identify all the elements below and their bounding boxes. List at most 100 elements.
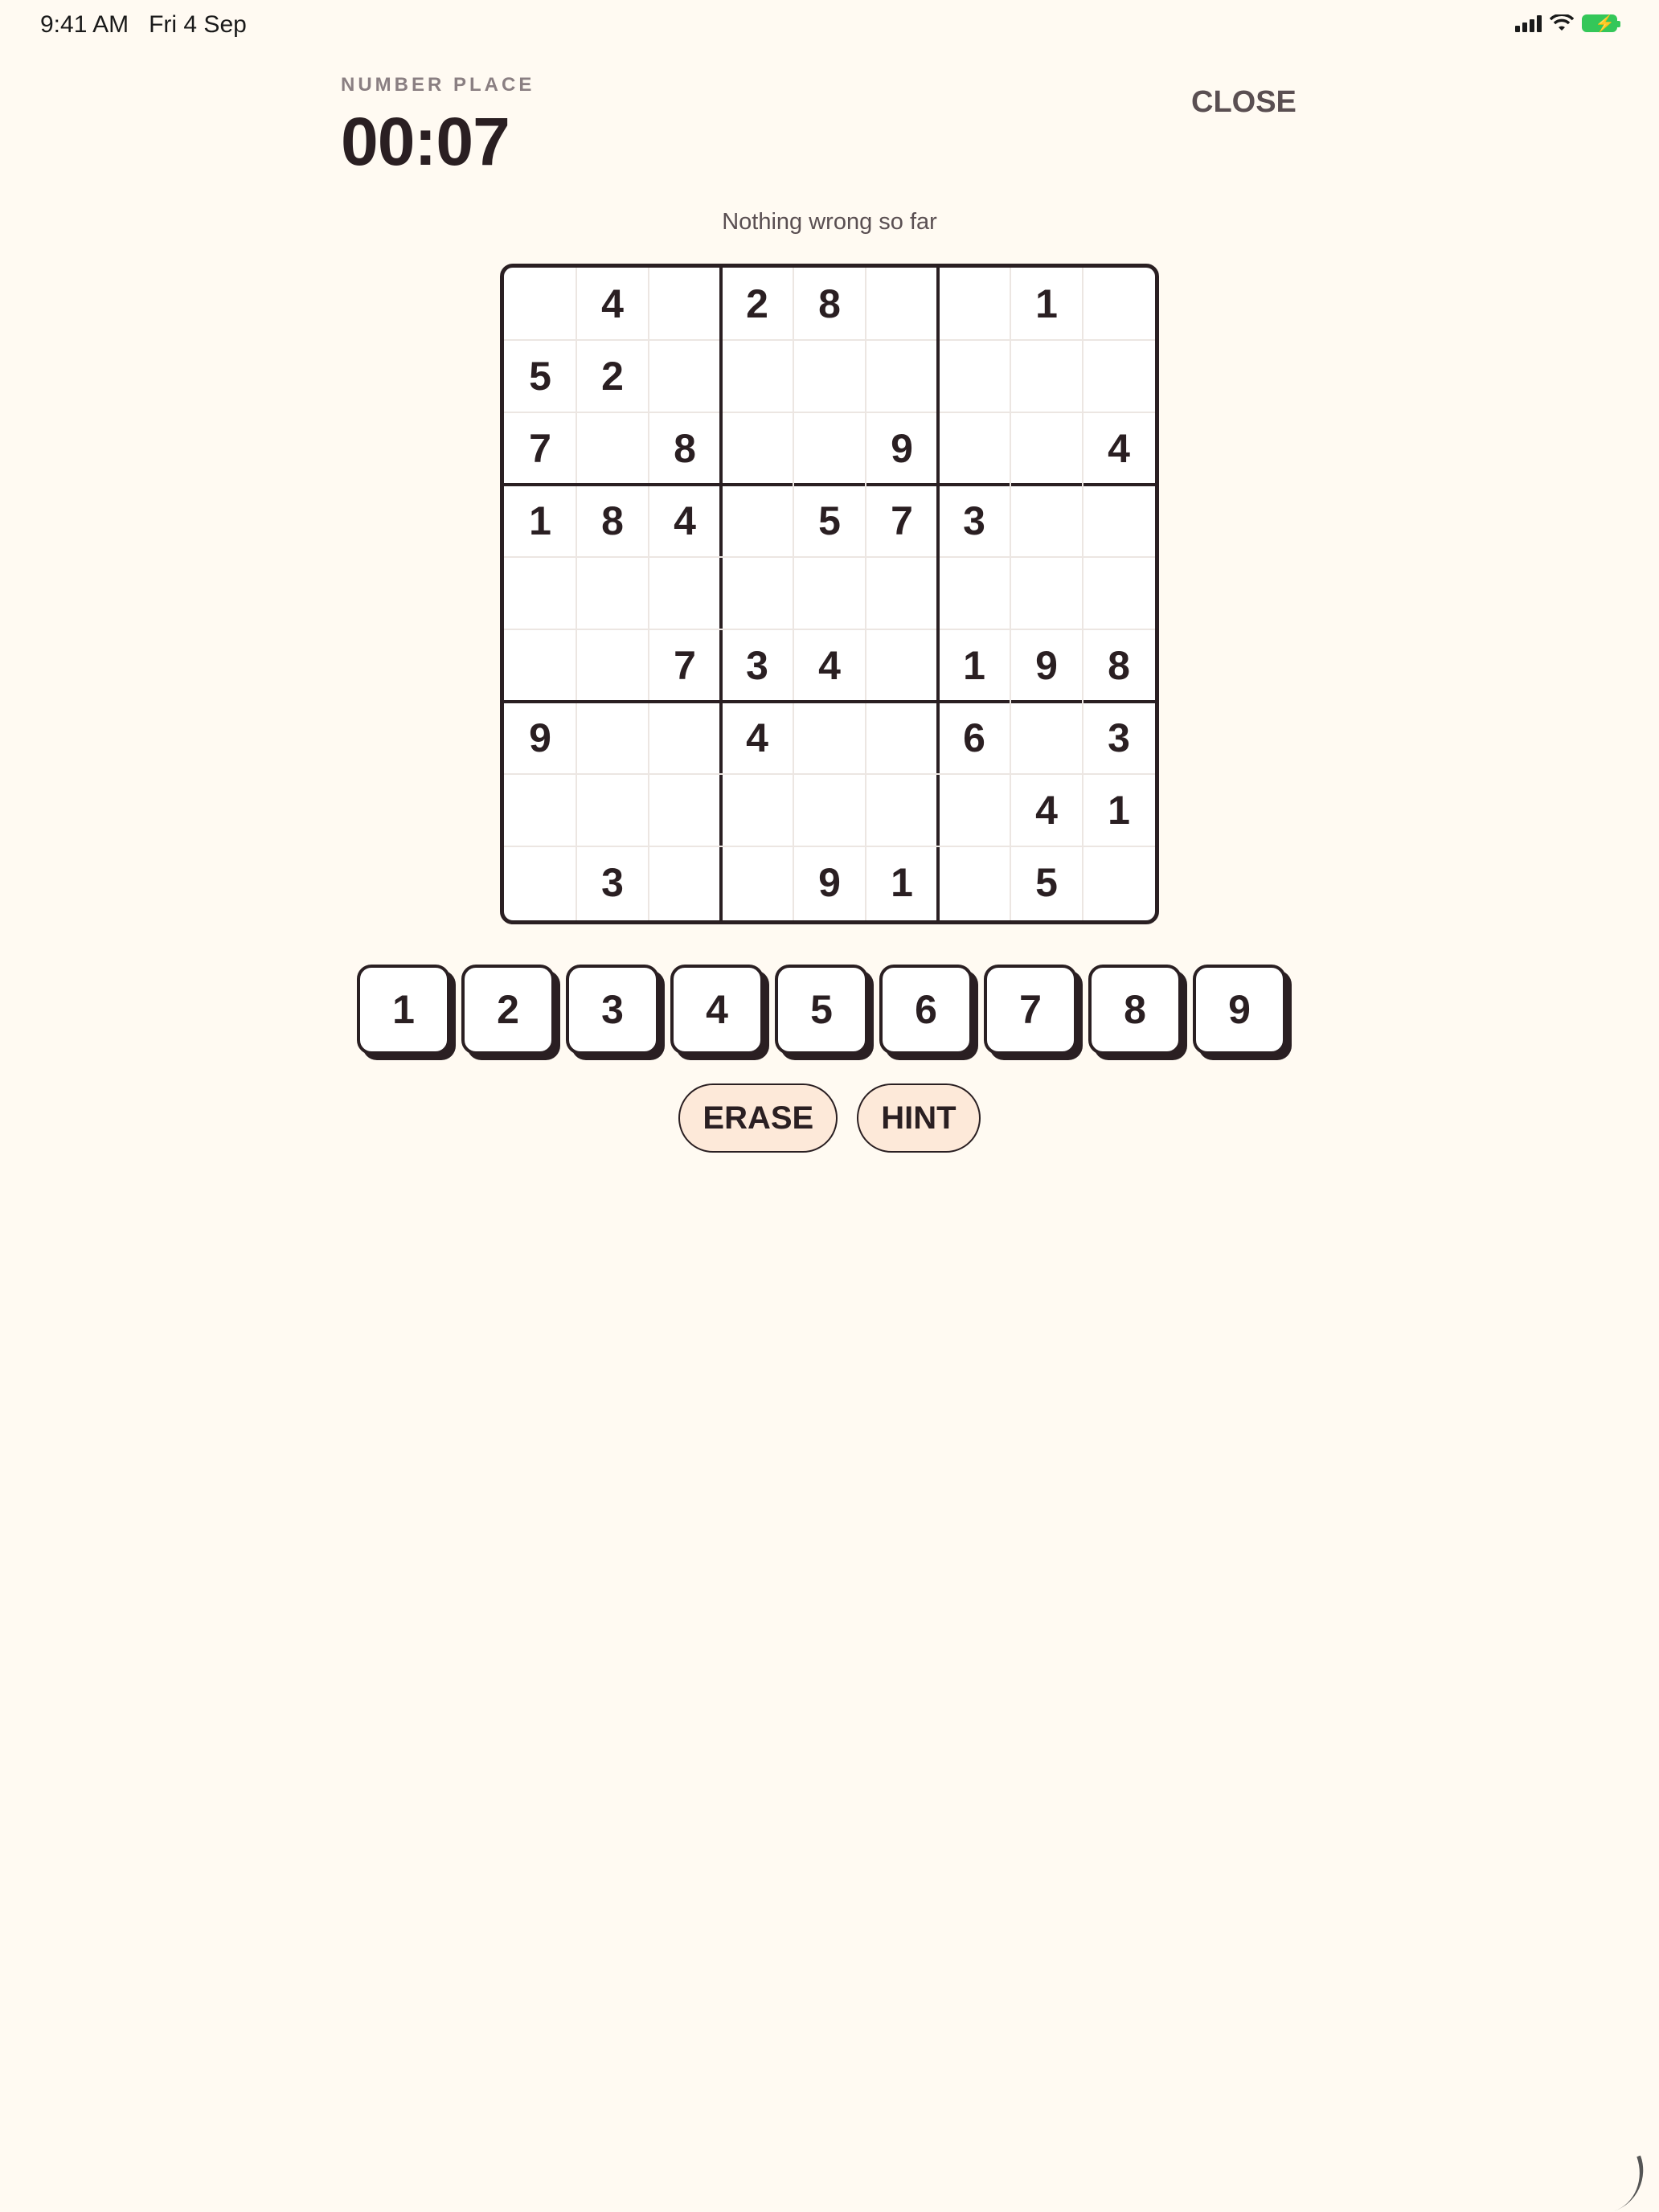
board-cell[interactable]: 8 [576, 485, 649, 557]
board-cell[interactable] [576, 412, 649, 485]
board-cell[interactable]: 3 [1083, 702, 1155, 774]
board-cell[interactable] [504, 846, 576, 919]
board-cell[interactable]: 5 [793, 485, 866, 557]
board-cell[interactable] [793, 412, 866, 485]
board-cell[interactable] [721, 557, 793, 629]
board-cell[interactable] [938, 557, 1010, 629]
board-cell[interactable]: 3 [721, 629, 793, 702]
board-cell[interactable] [866, 557, 938, 629]
board-cell[interactable] [938, 774, 1010, 846]
board-cell[interactable]: 2 [576, 340, 649, 412]
grid-line [504, 412, 1155, 413]
board-cell[interactable]: 1 [504, 485, 576, 557]
board-cell[interactable] [866, 340, 938, 412]
board-cell[interactable]: 1 [866, 846, 938, 919]
board-cell[interactable] [576, 557, 649, 629]
board-cell[interactable]: 1 [938, 629, 1010, 702]
erase-button[interactable]: ERASE [678, 1083, 838, 1153]
key-2[interactable]: 2 [461, 965, 555, 1055]
board-cell[interactable]: 4 [721, 702, 793, 774]
board-cell[interactable] [1010, 340, 1083, 412]
board-cell[interactable] [721, 846, 793, 919]
grid-line [504, 556, 1155, 558]
board-cell[interactable] [576, 774, 649, 846]
key-7[interactable]: 7 [984, 965, 1077, 1055]
board-cell[interactable] [1083, 340, 1155, 412]
board-cell[interactable]: 4 [649, 485, 721, 557]
board-cell[interactable] [649, 268, 721, 340]
board-cell[interactable] [1010, 702, 1083, 774]
board-cell[interactable] [866, 702, 938, 774]
board-cell[interactable]: 4 [1083, 412, 1155, 485]
board-cell[interactable] [576, 702, 649, 774]
close-button[interactable]: CLOSE [1191, 85, 1296, 120]
board-cell[interactable] [504, 268, 576, 340]
board-cell[interactable] [649, 846, 721, 919]
board-cell[interactable] [649, 774, 721, 846]
board-cell[interactable]: 8 [649, 412, 721, 485]
board-cell[interactable]: 7 [649, 629, 721, 702]
board-cell[interactable]: 6 [938, 702, 1010, 774]
board-cell[interactable]: 4 [793, 629, 866, 702]
board-cell[interactable] [1083, 846, 1155, 919]
board-cell[interactable] [938, 412, 1010, 485]
board-cell[interactable] [866, 268, 938, 340]
board-cell[interactable] [793, 702, 866, 774]
board-cell[interactable] [1010, 412, 1083, 485]
board-cell[interactable]: 2 [721, 268, 793, 340]
board-cell[interactable]: 4 [1010, 774, 1083, 846]
key-6[interactable]: 6 [879, 965, 973, 1055]
board-cell[interactable] [938, 846, 1010, 919]
board-cell[interactable]: 7 [866, 485, 938, 557]
board-cell[interactable]: 8 [793, 268, 866, 340]
board-cell[interactable]: 5 [504, 340, 576, 412]
key-4[interactable]: 4 [670, 965, 764, 1055]
board-cell[interactable]: 9 [1010, 629, 1083, 702]
board-cell[interactable]: 4 [576, 268, 649, 340]
board-cell[interactable] [793, 774, 866, 846]
board-cell[interactable] [793, 340, 866, 412]
board-cell[interactable] [1010, 485, 1083, 557]
board-cell[interactable]: 3 [938, 485, 1010, 557]
board-cell[interactable] [649, 340, 721, 412]
board-cell[interactable]: 9 [504, 702, 576, 774]
grid-line [1010, 268, 1011, 920]
grid-line [648, 268, 649, 920]
hint-button[interactable]: HINT [857, 1083, 981, 1153]
signal-icon [1515, 14, 1542, 32]
board-cell[interactable] [721, 412, 793, 485]
board-cell[interactable]: 9 [866, 412, 938, 485]
board-cell[interactable]: 1 [1083, 774, 1155, 846]
key-8[interactable]: 8 [1088, 965, 1182, 1055]
board-cell[interactable] [721, 774, 793, 846]
board-cell[interactable]: 1 [1010, 268, 1083, 340]
board-cell[interactable]: 9 [793, 846, 866, 919]
key-1[interactable]: 1 [357, 965, 450, 1055]
key-3[interactable]: 3 [566, 965, 659, 1055]
board-cell[interactable] [504, 774, 576, 846]
board-cell[interactable] [938, 340, 1010, 412]
board-cell[interactable] [938, 268, 1010, 340]
board-cell[interactable] [866, 774, 938, 846]
board-cell[interactable] [793, 557, 866, 629]
board-cell[interactable]: 7 [504, 412, 576, 485]
board-cell[interactable] [1083, 485, 1155, 557]
number-keypad: 1 2 3 4 5 6 7 8 9 [357, 965, 1286, 1055]
board-cell[interactable] [721, 340, 793, 412]
board-cell[interactable] [504, 557, 576, 629]
board-cell[interactable] [576, 629, 649, 702]
key-9[interactable]: 9 [1193, 965, 1286, 1055]
board-cell[interactable] [649, 702, 721, 774]
board-cell[interactable] [504, 629, 576, 702]
board-cell[interactable] [1010, 557, 1083, 629]
board-cell[interactable]: 3 [576, 846, 649, 919]
board-cell[interactable] [866, 629, 938, 702]
board-cell[interactable] [1083, 557, 1155, 629]
board-cell[interactable] [1083, 268, 1155, 340]
key-5[interactable]: 5 [775, 965, 868, 1055]
pencil-indicator-icon [1596, 2155, 1656, 2212]
board-cell[interactable] [721, 485, 793, 557]
board-cell[interactable]: 8 [1083, 629, 1155, 702]
board-cell[interactable] [649, 557, 721, 629]
board-cell[interactable]: 5 [1010, 846, 1083, 919]
